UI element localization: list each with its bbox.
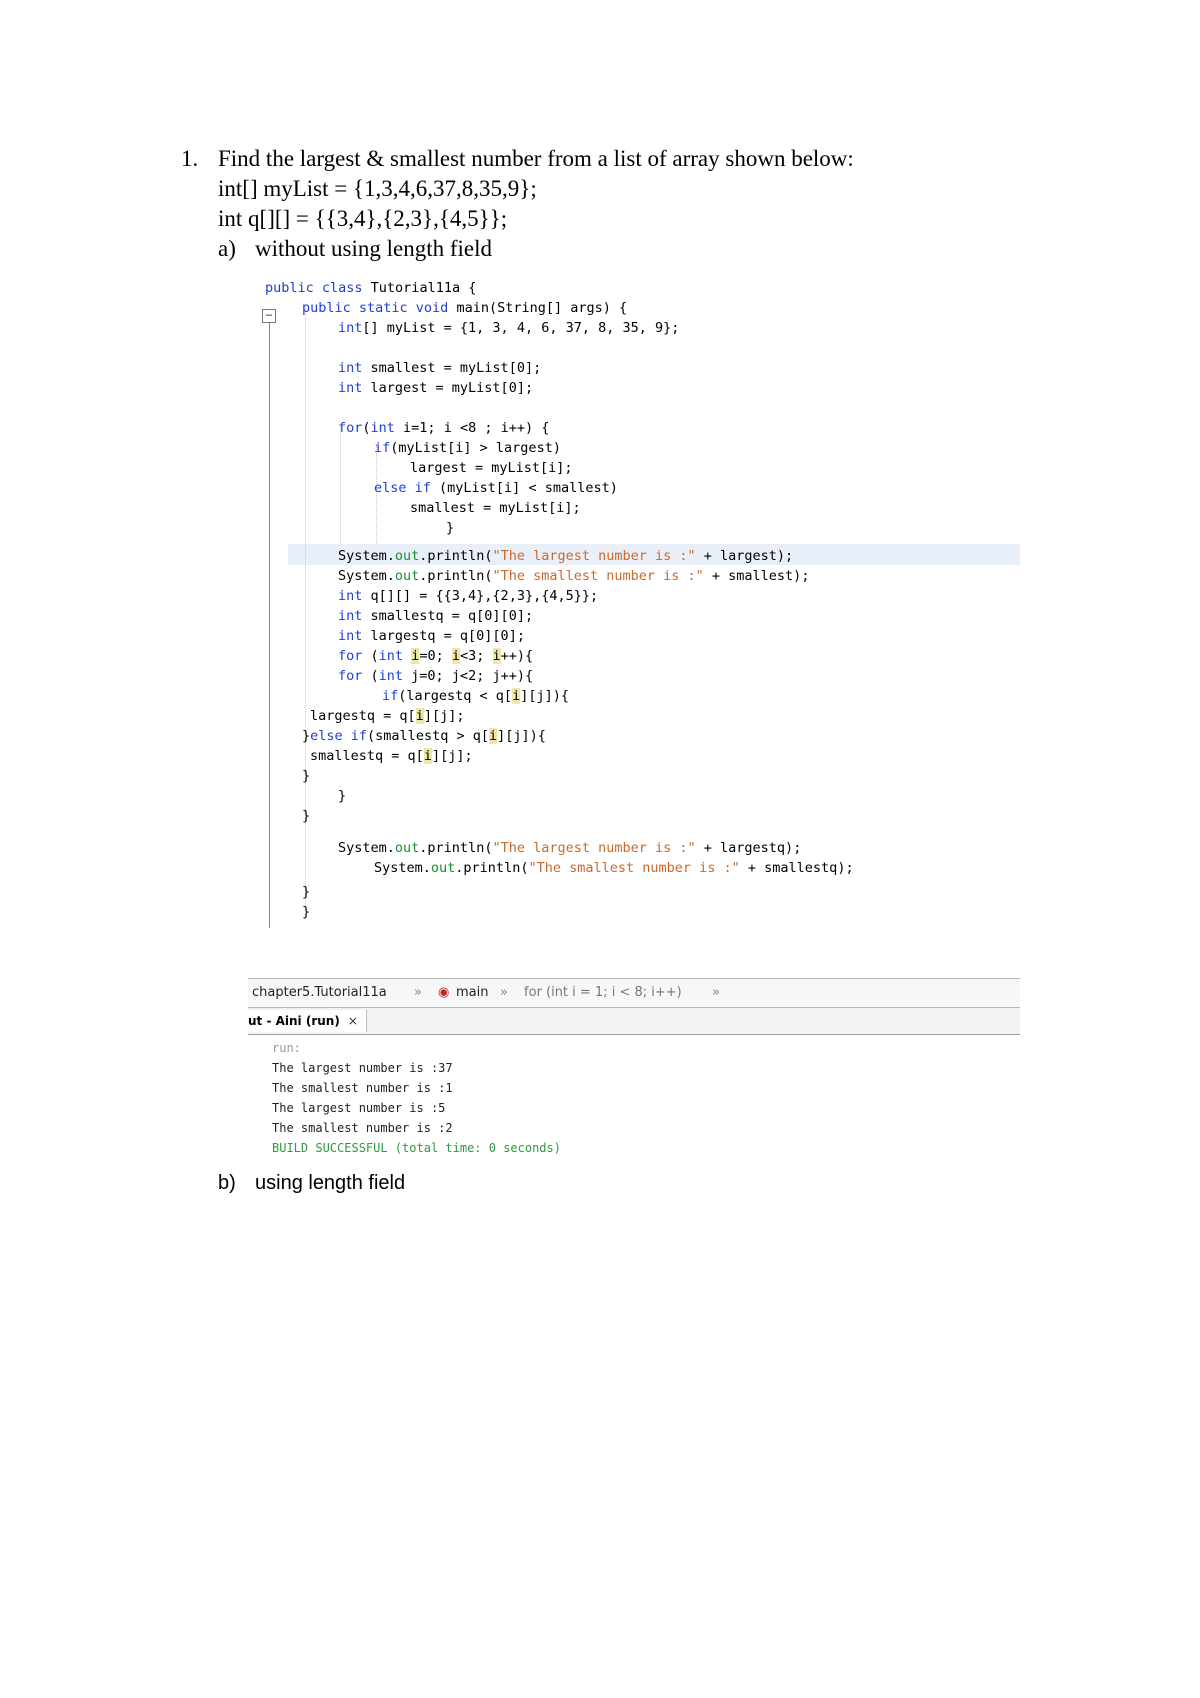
part-b-text: using length field bbox=[255, 1172, 406, 1194]
output-tab[interactable]: ut - Aini (run) × bbox=[248, 1010, 367, 1032]
fold-gutter-line bbox=[269, 316, 270, 928]
part-a-text: without using length field bbox=[255, 236, 493, 261]
code-line-20: largestq = q[i][j]; bbox=[310, 708, 465, 724]
indent-guide bbox=[340, 426, 341, 544]
code-line-26: System.out.println("The largest number i… bbox=[338, 840, 802, 856]
output-line: The smallest number is :2 bbox=[272, 1121, 453, 1135]
breadcrumb-loop[interactable]: for (int i = 1; i < 8; i++) bbox=[524, 985, 682, 1000]
code-line-7: if(myList[i] > largest) bbox=[374, 440, 561, 456]
code-line-23: } bbox=[302, 768, 311, 784]
part-a-label: a) bbox=[218, 236, 236, 261]
code-line-28: } bbox=[302, 884, 311, 900]
code-line-10: smallest = myList[i]; bbox=[410, 500, 581, 516]
output-line: run: bbox=[272, 1041, 301, 1055]
code-line-25: } bbox=[302, 808, 311, 824]
code-line-21: }else if(smallestq > q[i][j]){ bbox=[302, 728, 546, 744]
question-text: Find the largest & smallest number from … bbox=[218, 146, 854, 171]
code-line-13: System.out.println("The smallest number … bbox=[338, 568, 810, 584]
code-line-12: System.out.println("The largest number i… bbox=[338, 548, 794, 564]
output-line: The largest number is :5 bbox=[272, 1101, 446, 1115]
fold-collapse-icon: − bbox=[262, 309, 276, 323]
output-line: The smallest number is :1 bbox=[272, 1081, 453, 1095]
breadcrumb-class[interactable]: chapter5.Tutorial11a bbox=[252, 985, 387, 1000]
code-line-1: public class Tutorial11a { bbox=[265, 280, 477, 296]
question-number: 1. bbox=[181, 146, 199, 171]
output-tab-bar: ut - Aini (run) × bbox=[248, 1008, 1020, 1035]
array-declaration-2d: int q[][] = {{3,4},{2,3},{4,5}}; bbox=[218, 206, 508, 231]
close-icon[interactable]: × bbox=[348, 1014, 358, 1028]
code-line-15: int smallestq = q[0][0]; bbox=[338, 608, 534, 624]
code-line-6: for(int i=1; i <8 ; i++) { bbox=[338, 420, 550, 436]
code-line-8: largest = myList[i]; bbox=[410, 460, 573, 476]
code-line-4: int smallest = myList[0]; bbox=[338, 360, 542, 376]
part-a-heading: a) without using length field bbox=[218, 234, 854, 264]
code-line-22: smallestq = q[i][j]; bbox=[310, 748, 473, 764]
output-line: The largest number is :37 bbox=[272, 1061, 453, 1075]
code-line-19: if(largestq < q[i][j]){ bbox=[382, 688, 569, 704]
code-line-5: int largest = myList[0]; bbox=[338, 380, 534, 396]
code-line-17: for (int i=0; i<3; i++){ bbox=[338, 648, 534, 664]
code-editor-screenshot: − public class Tutorial11a { public stat… bbox=[248, 278, 1020, 960]
method-icon: ◉ bbox=[438, 985, 450, 1000]
editor-breadcrumb: chapter5.Tutorial11a » ◉ main » for (int… bbox=[248, 978, 1020, 1008]
code-line-16: int largestq = q[0][0]; bbox=[338, 628, 525, 644]
code-line-11: } bbox=[446, 520, 455, 536]
chevron-right-icon: » bbox=[414, 985, 422, 1000]
part-b-label: b) bbox=[218, 1172, 236, 1194]
code-line-27: System.out.println("The smallest number … bbox=[374, 860, 854, 876]
chevron-right-icon: » bbox=[712, 985, 720, 1000]
code-line-3: int[] myList = {1, 3, 4, 6, 37, 8, 35, 9… bbox=[338, 320, 680, 336]
chevron-right-icon: » bbox=[500, 985, 508, 1000]
code-line-18: for (int j=0; j<2; j++){ bbox=[338, 668, 534, 684]
code-line-24: } bbox=[338, 788, 347, 804]
array-declaration-1d: int[] myList = {1,3,4,6,37,8,35,9}; bbox=[218, 176, 537, 201]
code-line-9: else if (myList[i] < smallest) bbox=[374, 480, 618, 496]
output-tab-label: ut - Aini (run) bbox=[248, 1014, 340, 1028]
code-line-29: } bbox=[302, 904, 311, 920]
code-line-2: public static void main(String[] args) { bbox=[302, 300, 628, 316]
code-line-14: int q[][] = {{3,4},{2,3},{4,5}}; bbox=[338, 588, 599, 604]
part-b-heading: b) using length field bbox=[218, 1172, 405, 1195]
console-output: run: The largest number is :37 The small… bbox=[272, 1038, 561, 1158]
build-status: BUILD SUCCESSFUL (total time: 0 seconds) bbox=[272, 1141, 561, 1155]
breadcrumb-method[interactable]: main bbox=[456, 985, 488, 1000]
